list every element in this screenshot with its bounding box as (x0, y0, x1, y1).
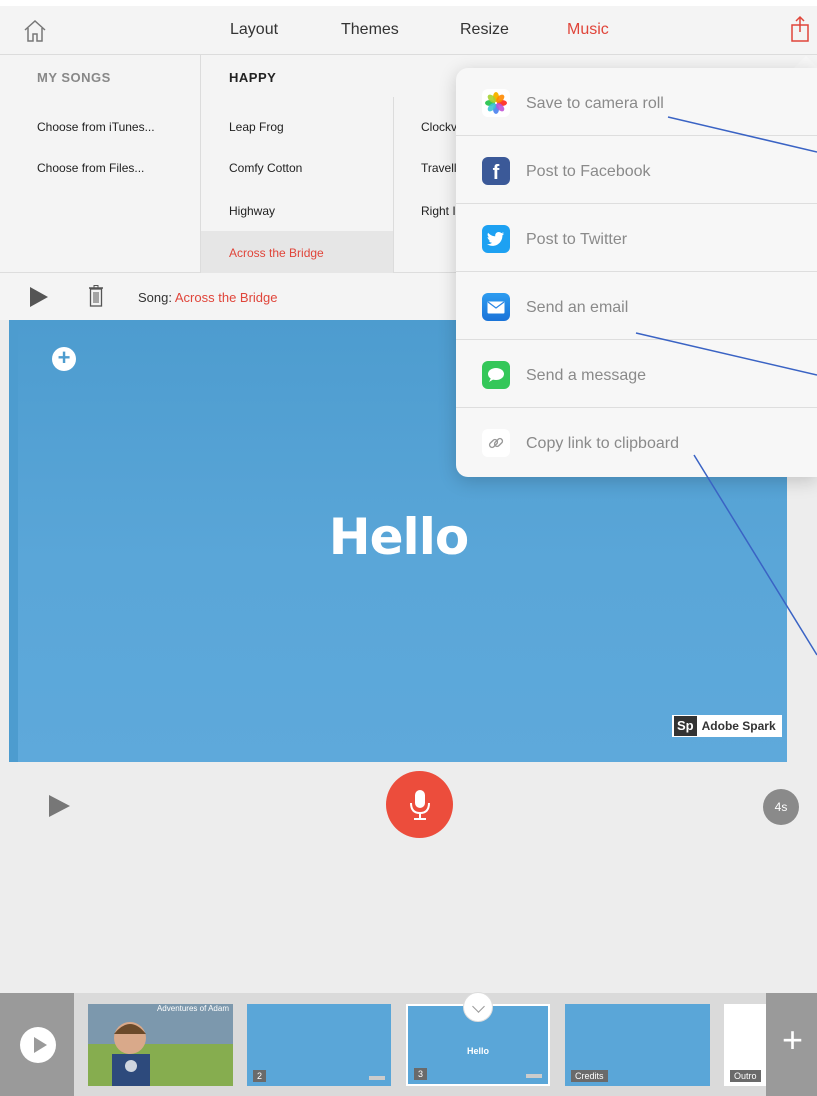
thumbnail-title: Adventures of Adam (156, 1004, 229, 1013)
song-item[interactable]: Clockv (421, 120, 457, 134)
spark-badge-text: Adobe Spark (701, 719, 776, 733)
thumbnail-badge (369, 1076, 385, 1080)
share-option-label: Send a message (526, 367, 647, 384)
my-songs-header: MY SONGS (37, 70, 111, 85)
link-icon (482, 429, 510, 457)
share-option-label: Save to camera roll (526, 95, 664, 112)
top-nav: Layout Themes Resize Music (0, 0, 817, 55)
home-icon[interactable] (22, 18, 48, 44)
share-send-message[interactable]: Send a message (456, 340, 817, 408)
slide-thumbnail[interactable]: Credits (565, 1004, 710, 1086)
add-content-button[interactable]: + (52, 347, 76, 371)
play-slide-icon[interactable] (49, 795, 70, 817)
adobe-spark-badge: Sp Adobe Spark (672, 715, 782, 737)
tab-layout[interactable]: Layout (230, 21, 278, 39)
share-icon[interactable] (789, 15, 811, 43)
song-option[interactable]: Choose from Files... (37, 161, 144, 175)
tab-themes[interactable]: Themes (341, 21, 399, 39)
play-video-button[interactable] (20, 1027, 56, 1063)
share-option-label: Send an email (526, 299, 629, 316)
share-option-label: Copy link to clipboard (526, 435, 679, 452)
thumbnail-number: 3 (414, 1068, 428, 1080)
song-item[interactable]: Leap Frog (229, 120, 284, 134)
thumbnail-text: Hello (466, 1046, 489, 1056)
share-copy-link[interactable]: Copy link to clipboard (456, 408, 817, 476)
song-item[interactable]: Highway (229, 204, 275, 218)
popover-caret (794, 56, 817, 68)
thumbnail-number: 2 (253, 1070, 267, 1082)
slide-duration-badge[interactable]: 4s (763, 789, 799, 825)
tab-resize[interactable]: Resize (460, 21, 509, 39)
play-song-icon[interactable] (30, 287, 48, 307)
microphone-icon (409, 789, 430, 820)
share-popover: Save to camera roll f Post to Facebook P… (456, 68, 817, 477)
slide-thumbnail[interactable]: Adventures of Adam (88, 1004, 233, 1086)
column-divider (200, 55, 201, 273)
trash-icon[interactable] (88, 285, 104, 307)
tab-music[interactable]: Music (567, 21, 609, 39)
record-mic-button[interactable] (386, 771, 453, 838)
slide-headline[interactable]: Hello (0, 508, 817, 566)
chevron-down-icon[interactable] (463, 992, 493, 1022)
slide-thumbnail[interactable]: Outro (724, 1004, 766, 1086)
song-item[interactable]: Comfy Cotton (229, 161, 302, 175)
share-option-label: Post to Facebook (526, 163, 651, 180)
thumbnail-label: Outro (730, 1070, 761, 1082)
child-photo (88, 1004, 233, 1086)
messages-icon (482, 361, 510, 389)
share-post-facebook[interactable]: f Post to Facebook (456, 136, 817, 204)
song-label-prefix: Song: (138, 290, 172, 305)
facebook-icon: f (482, 157, 510, 185)
song-label: Song: Across the Bridge (138, 290, 278, 305)
song-item-selected[interactable]: Across the Bridge (229, 246, 324, 260)
share-option-label: Post to Twitter (526, 231, 628, 248)
twitter-icon (482, 225, 510, 253)
song-option[interactable]: Choose from iTunes... (37, 120, 155, 134)
share-send-email[interactable]: Send an email (456, 272, 817, 340)
song-item[interactable]: Travell (421, 161, 457, 175)
spark-logo: Sp (674, 716, 697, 736)
mail-icon (482, 293, 510, 321)
slide-thumbnail-selected[interactable]: Hello 3 (406, 992, 550, 1086)
thumbnail-label: Credits (571, 1070, 608, 1082)
slide-thumbnail[interactable]: 2 (247, 1004, 391, 1086)
song-label-value: Across the Bridge (174, 290, 278, 305)
song-item[interactable]: Right I (421, 204, 456, 218)
share-save-camera-roll[interactable]: Save to camera roll (456, 68, 817, 136)
category-header: HAPPY (229, 70, 277, 85)
share-post-twitter[interactable]: Post to Twitter (456, 204, 817, 272)
thumbnail-badge (526, 1074, 542, 1078)
photos-icon (482, 89, 510, 117)
add-slide-button[interactable]: + (782, 1022, 803, 1058)
column-divider (393, 97, 394, 273)
